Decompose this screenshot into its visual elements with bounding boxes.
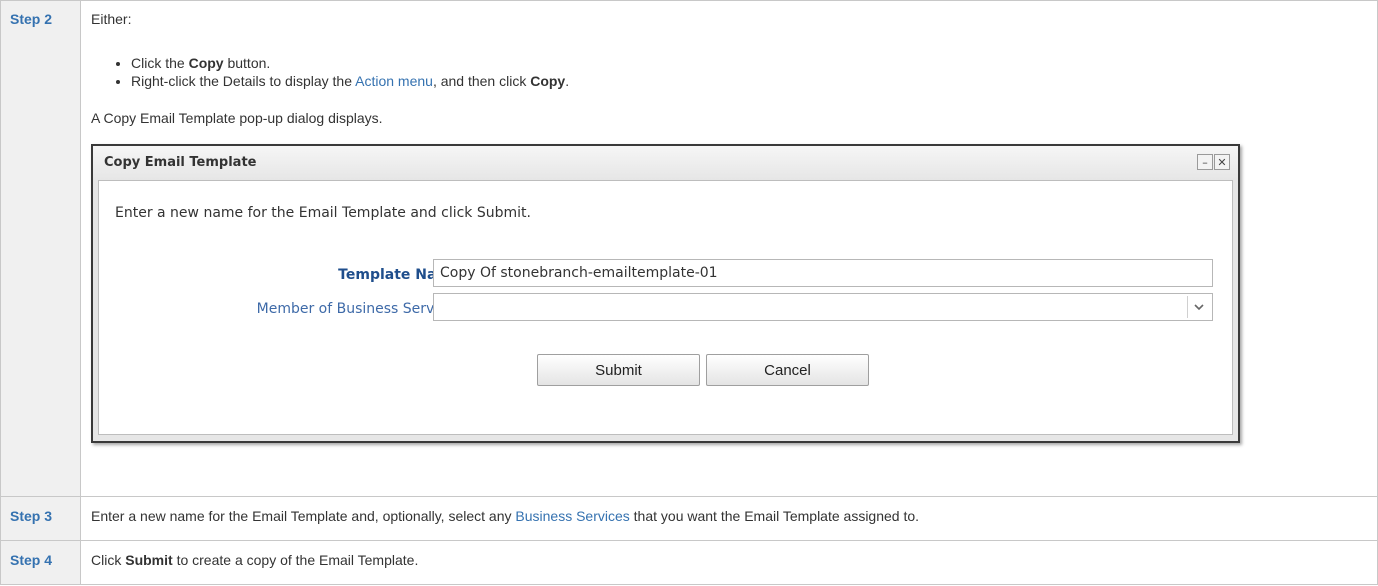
text: , and then click [432, 73, 531, 89]
step-intro: Either: [91, 11, 132, 27]
text: Right-click the Details to display the [131, 73, 356, 89]
dialog-title: Copy Email Template [104, 155, 257, 170]
copy-email-template-dialog: Copy Email Template – ✕ Enter a new name… [91, 144, 1240, 443]
action-menu-link[interactable]: Action menu [355, 73, 433, 89]
member-of-business-services-select[interactable] [433, 293, 1213, 321]
steps-table: Step 2 Either: Click the Copy button. Ri… [0, 0, 1378, 585]
step-label: Step 2 [0, 0, 81, 497]
bold-text: Copy [188, 55, 224, 71]
text: to create a copy of the Email Template. [172, 552, 419, 568]
dialog-window-buttons: – ✕ [1196, 154, 1230, 170]
step-label: Step 3 [0, 496, 81, 541]
business-services-link[interactable]: Business Services [515, 508, 629, 524]
list-item: Click the Copy button. [131, 54, 1367, 72]
step-content: Either: Click the Copy button. Right-cli… [80, 0, 1378, 497]
chevron-down-icon[interactable] [1187, 296, 1210, 318]
step-row: Step 3 Enter a new name for the Email Te… [0, 496, 1378, 541]
text: button. [223, 55, 271, 71]
text: that you want the Email Template assigne… [629, 508, 920, 524]
dialog-body: Enter a new name for the Email Template … [98, 180, 1233, 435]
text: Enter a new name for the Email Template … [91, 508, 516, 524]
text: Click [91, 552, 126, 568]
text: . [565, 73, 570, 89]
step-row: Step 2 Either: Click the Copy button. Ri… [0, 0, 1378, 497]
bold-text: Copy [530, 73, 566, 89]
close-icon[interactable]: ✕ [1214, 154, 1230, 170]
bold-text: Submit [125, 552, 173, 568]
text: Click the [131, 55, 189, 71]
dialog-instruction: Enter a new name for the Email Template … [115, 205, 531, 221]
submit-button[interactable]: Submit [537, 354, 700, 386]
step-label: Step 4 [0, 540, 81, 585]
list-item: Right-click the Details to display the A… [131, 72, 1367, 90]
cancel-button[interactable]: Cancel [706, 354, 869, 386]
step-content: Click Submit to create a copy of the Ema… [80, 540, 1378, 585]
bullet-list: Click the Copy button. Right-click the D… [91, 54, 1367, 90]
minimize-icon[interactable]: – [1197, 154, 1213, 170]
dialog-note: A Copy Email Template pop-up dialog disp… [91, 110, 383, 126]
step-content: Enter a new name for the Email Template … [80, 496, 1378, 541]
template-name-input[interactable] [433, 259, 1213, 287]
dialog-header: Copy Email Template – ✕ [93, 146, 1238, 180]
step-row: Step 4 Click Submit to create a copy of … [0, 540, 1378, 585]
